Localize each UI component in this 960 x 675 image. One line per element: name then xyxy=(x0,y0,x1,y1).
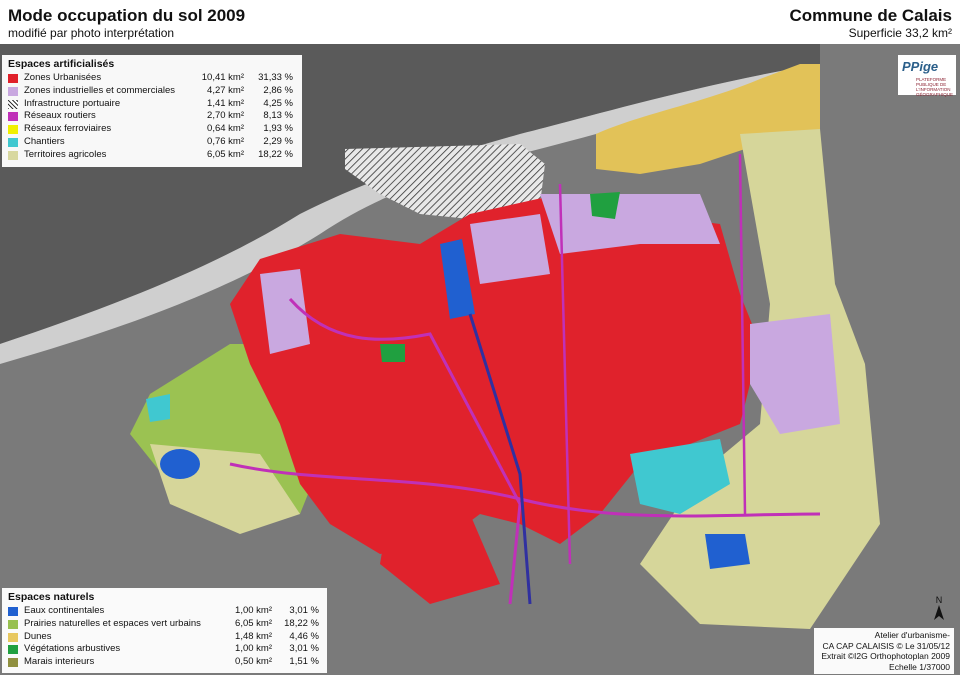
swatch xyxy=(8,607,18,616)
legend-row: Dunes 1,48 km² 4,46 % xyxy=(2,631,327,644)
industrial-zone-port xyxy=(470,214,550,284)
legend-row: Territoires agricoles 6,05 km² 18,22 % xyxy=(2,149,302,162)
legend-area: 2,70 km² xyxy=(207,110,244,122)
legend-percent: 31,33 % xyxy=(258,72,293,83)
legend-row: Zones industrielles et commerciales 4,27 … xyxy=(2,85,302,98)
legend-artificial-heading: Espaces artificialisés xyxy=(8,58,115,70)
swatch xyxy=(8,150,18,160)
legend-row: Infrastructure portuaire 1,41 km² 4,25 % xyxy=(2,98,302,111)
legend-label: Végétations arbustives xyxy=(24,643,121,655)
legend-percent: 4,25 % xyxy=(263,97,293,109)
legend-label: Marais interieurs xyxy=(24,656,95,668)
ppige-logo: PPige PLATEFORME PUBLIQUE DE L'INFORMATI… xyxy=(898,55,956,97)
legend-area: 1,00 km² xyxy=(235,605,272,616)
swatch xyxy=(8,632,18,642)
logo-text: PLATEFORME PUBLIQUE DE L'INFORMATION GÉO… xyxy=(916,77,954,97)
swatch xyxy=(8,74,18,83)
north-arrow-icon: N xyxy=(930,594,948,622)
legend-area: 6,05 km² xyxy=(235,617,272,629)
legend-area: 1,48 km² xyxy=(235,630,272,642)
legend-row: Végétations arbustives 1,00 km² 3,01 % xyxy=(2,643,327,656)
credits-line: CA CAP CALAISIS © Le 31/05/12 xyxy=(822,640,950,651)
legend-percent: 1,51 % xyxy=(289,656,319,668)
legend-label: Territoires agricoles xyxy=(24,148,107,160)
shrub-zone-center xyxy=(380,344,405,362)
legend-percent: 8,13 % xyxy=(263,110,293,122)
legend-row: Réseaux routiers 2,70 km² 8,13 % xyxy=(2,110,302,123)
swatch xyxy=(8,645,18,655)
legend-natural-heading: Espaces naturels xyxy=(8,591,95,603)
legend-label: Réseaux ferroviaires xyxy=(24,123,112,135)
legend-area: 1,41 km² xyxy=(207,97,244,109)
legend-label: Chantiers xyxy=(24,135,65,147)
legend-percent: 18,22 % xyxy=(284,617,319,629)
swatch xyxy=(8,619,18,629)
legend-area: 10,41 km² xyxy=(201,72,244,83)
shrub-zone xyxy=(590,192,620,219)
map-header: Mode occupation du sol 2009 modifié par … xyxy=(0,0,960,44)
legend-area: 0,64 km² xyxy=(207,123,244,135)
legend-area: 4,27 km² xyxy=(207,84,244,96)
legend-label: Eaux continentales xyxy=(24,605,105,616)
legend-row: Réseaux ferroviaires 0,64 km² 1,93 % xyxy=(2,123,302,136)
swatch xyxy=(8,99,18,109)
legend-label: Zones industrielles et commerciales xyxy=(24,84,176,96)
legend-label: Zones Urbanisées xyxy=(24,72,102,83)
credits-line: Extrait ©I2G Orthophotoplan 2009 xyxy=(821,651,950,661)
legend-area: 0,76 km² xyxy=(207,135,244,147)
legend-row: Eaux continentales 1,00 km² 3,01 % xyxy=(2,605,327,618)
credits-box: Atelier d'urbanisme- CA CAP CALAISIS © L… xyxy=(814,628,954,674)
legend-area: 6,05 km² xyxy=(207,148,244,160)
legend-percent: 2,29 % xyxy=(263,135,293,147)
water-pond-east xyxy=(705,534,750,569)
legend-artificial: Espaces artificialisés Zones Urbanisées 1… xyxy=(2,55,302,167)
credits-line: Atelier d'urbanisme- xyxy=(874,630,950,640)
legend-percent: 2,86 % xyxy=(263,84,293,96)
legend-label: Prairies naturelles et espaces vert urba… xyxy=(24,617,201,629)
legend-natural: Espaces naturels Eaux continentales 1,00 … xyxy=(2,588,327,673)
swatch xyxy=(8,86,18,96)
legend-label: Réseaux routiers xyxy=(24,110,96,122)
legend-row: Zones Urbanisées 10,41 km² 31,33 % xyxy=(2,72,302,85)
legend-label: Dunes xyxy=(24,630,52,642)
legend-percent: 4,46 % xyxy=(289,630,319,642)
legend-percent: 3,01 % xyxy=(289,605,319,616)
swatch xyxy=(8,125,18,135)
commune-name: Commune de Calais xyxy=(789,6,953,25)
water-pond-west xyxy=(160,449,200,479)
credits-line: Echelle 1/37000 xyxy=(889,661,950,672)
legend-area: 1,00 km² xyxy=(235,643,272,655)
legend-row: Prairies naturelles et espaces vert urba… xyxy=(2,618,327,631)
logo-mark: PPige xyxy=(902,59,939,74)
legend-label: Infrastructure portuaire xyxy=(24,97,121,109)
legend-row: Chantiers 0,76 km² 2,29 % xyxy=(2,136,302,149)
legend-percent: 3,01 % xyxy=(289,643,319,655)
map-subtitle: modifié par photo interprétation xyxy=(8,26,175,40)
legend-area: 0,50 km² xyxy=(235,656,272,668)
commune-area: Superficie 33,2 km² xyxy=(848,26,952,40)
swatch xyxy=(8,658,18,668)
swatch xyxy=(8,112,18,122)
legend-percent: 18,22 % xyxy=(258,148,293,160)
swatch xyxy=(8,137,18,147)
map-title: Mode occupation du sol 2009 xyxy=(8,6,246,25)
legend-row: Marais interieurs 0,50 km² 1,51 % xyxy=(2,656,327,669)
legend-percent: 1,93 % xyxy=(263,123,293,135)
north-label: N xyxy=(936,595,943,605)
